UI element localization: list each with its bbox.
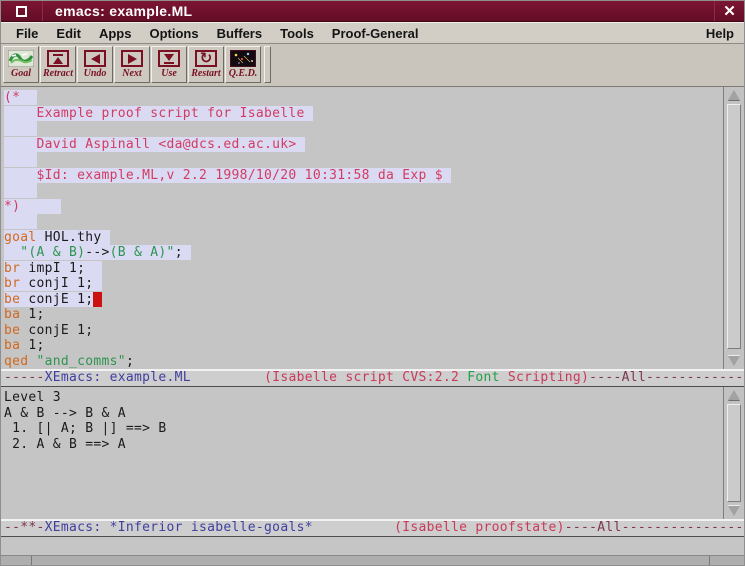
qed-icon [230, 49, 256, 68]
use-icon [158, 50, 180, 67]
buffer-line [4, 214, 723, 230]
undo-icon [84, 50, 106, 67]
menubar: File Edit Apps Options Buffers Tools Pro… [1, 22, 744, 44]
toolbar-restart-label: Restart [191, 68, 220, 80]
menu-options[interactable]: Options [140, 26, 207, 41]
titlebar[interactable]: emacs: example.ML ✕ [1, 1, 744, 22]
buffer-line: 2. A & B ==> A [4, 437, 723, 453]
proof-general-toolbar: Goal Retract Undo Ne [1, 44, 744, 87]
script-scrollbar[interactable] [723, 87, 744, 369]
buffer-line: 1. [| A; B |] ==> B [4, 421, 723, 437]
scrollbar-thumb[interactable] [727, 404, 741, 502]
buffer-line [4, 183, 723, 199]
toolbar-qed-label: Q.E.D. [229, 68, 258, 80]
toolbar-retract-label: Retract [43, 68, 73, 80]
scrollbar-down-arrow[interactable] [724, 504, 744, 518]
scrollbar-up-arrow[interactable] [724, 88, 744, 102]
buffer-line [4, 152, 723, 168]
toolbar-undo-button[interactable]: Undo [77, 46, 113, 83]
menu-edit[interactable]: Edit [47, 26, 90, 41]
close-button[interactable]: ✕ [714, 1, 744, 21]
toolbar-use-label: Use [161, 68, 177, 80]
buffer-line: $Id: example.ML,v 2.2 1998/10/20 10:31:5… [4, 168, 723, 184]
menu-proof-general[interactable]: Proof-General [323, 26, 428, 41]
toolbar-restart-button[interactable]: ↻ Restart [188, 46, 224, 83]
buffer-line: ba 1; [4, 307, 723, 323]
buffer-line: br impI 1; [4, 261, 723, 277]
minibuffer[interactable] [1, 537, 744, 555]
scrollbar-down-arrow[interactable] [724, 354, 744, 368]
menu-buffers[interactable]: Buffers [208, 26, 272, 41]
toolbar-use-button[interactable]: Use [151, 46, 187, 83]
window-title: emacs: example.ML [43, 3, 714, 19]
close-icon: ✕ [723, 2, 736, 20]
buffer-line: "(A & B)-->(B & A)"; [4, 245, 723, 261]
buffer-line: goal HOL.thy [4, 230, 723, 246]
toolbar-qed-button[interactable]: Q.E.D. [225, 46, 261, 83]
scrollbar-trough[interactable] [727, 403, 741, 503]
buffer-line: be conjE 1; [4, 292, 723, 308]
goals-buffer[interactable]: Level 3A & B --> B & A 1. [| A; B |] ==>… [1, 387, 723, 519]
buffer-line: David Aspinall <da@dcs.ed.ac.uk> [4, 137, 723, 153]
window-menu-button[interactable] [1, 1, 43, 21]
buffer-line: br conjI 1; [4, 276, 723, 292]
buffer-line: be conjE 1; [4, 323, 723, 339]
resize-handle-divider [709, 556, 710, 565]
toolbar-next-button[interactable]: Next [114, 46, 150, 83]
script-modeline: -----XEmacs: example.ML (Isabelle script… [1, 369, 744, 387]
menu-file[interactable]: File [7, 26, 47, 41]
goals-scrollbar[interactable] [723, 387, 744, 519]
resize-handle-divider [31, 556, 32, 565]
goals-modeline: --**-XEmacs: *Inferior isabelle-goals* (… [1, 519, 744, 537]
xemacs-window: emacs: example.ML ✕ File Edit Apps Optio… [0, 0, 745, 566]
goal-icon [8, 49, 34, 68]
next-icon [121, 50, 143, 67]
buffer-line: *) [4, 199, 723, 215]
menu-help[interactable]: Help [702, 26, 738, 41]
buffer-line: Level 3 [4, 390, 723, 406]
scrollbar-trough[interactable] [727, 103, 741, 353]
frame-bottom-border [1, 555, 744, 565]
toolbar-retract-button[interactable]: Retract [40, 46, 76, 83]
toolbar-undo-label: Undo [84, 68, 107, 80]
scrollbar-thumb[interactable] [727, 104, 741, 349]
script-buffer-window: (* Example proof script for Isabelle Dav… [1, 87, 744, 369]
goals-buffer-window: Level 3A & B --> B & A 1. [| A; B |] ==>… [1, 387, 744, 519]
buffer-line: (* [4, 90, 723, 106]
toolbar-next-label: Next [122, 68, 141, 80]
buffer-line: qed "and_comms"; [4, 354, 723, 370]
buffer-line: Example proof script for Isabelle [4, 106, 723, 122]
script-buffer[interactable]: (* Example proof script for Isabelle Dav… [1, 87, 723, 369]
toolbar-separator [264, 46, 271, 83]
window-menu-icon [16, 6, 27, 17]
buffer-line [4, 121, 723, 137]
menu-tools[interactable]: Tools [271, 26, 323, 41]
scrollbar-up-arrow[interactable] [724, 388, 744, 402]
buffer-line: ba 1; [4, 338, 723, 354]
buffer-line: A & B --> B & A [4, 406, 723, 422]
toolbar-goal-label: Goal [11, 68, 31, 80]
retract-icon [47, 50, 69, 67]
restart-icon: ↻ [195, 50, 217, 67]
toolbar-goal-button[interactable]: Goal [3, 46, 39, 83]
menu-apps[interactable]: Apps [90, 26, 141, 41]
